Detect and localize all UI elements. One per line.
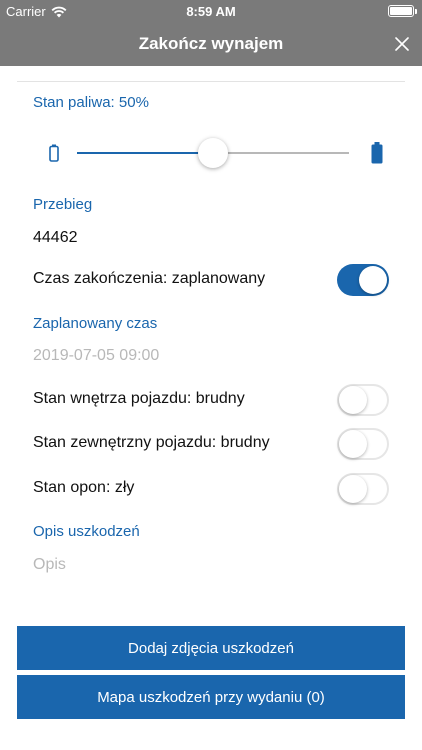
battery-full-icon (371, 142, 383, 164)
planned-time-label: Zaplanowany czas (33, 315, 158, 332)
end-time-toggle[interactable] (337, 264, 389, 296)
tires-state-toggle[interactable] (337, 473, 389, 505)
interior-state-toggle[interactable] (337, 384, 389, 416)
mileage-label: Przebieg (33, 196, 93, 213)
fuel-level-label: Stan paliwa: 50% (33, 94, 149, 111)
interior-state-label: Stan wnętrza pojazdu: brudny (33, 390, 245, 407)
page-title: Zakończ wynajem (138, 34, 284, 53)
fuel-level-slider[interactable] (44, 138, 388, 168)
toggle-knob (339, 475, 367, 503)
slider-track-empty (213, 152, 349, 154)
battery-icon (388, 5, 417, 17)
toggle-knob (359, 266, 387, 294)
toggle-knob (339, 386, 367, 414)
planned-time-value[interactable]: 2019-07-05 09:00 (33, 347, 159, 365)
end-time-label: Czas zakończenia: zaplanowany (33, 270, 266, 287)
add-damage-photos-button[interactable]: Dodaj zdjęcia uszkodzeń (17, 626, 405, 670)
close-button[interactable] (388, 30, 416, 58)
damage-description-input[interactable]: Opis (33, 556, 66, 574)
status-time: 8:59 AM (186, 4, 236, 19)
battery-empty-icon (49, 144, 59, 162)
slider-track-filled (77, 152, 213, 154)
status-bar: Carrier 8:59 AM (0, 0, 422, 22)
mileage-value[interactable]: 44462 (33, 229, 78, 247)
tires-state-label: Stan opon: zły (33, 479, 135, 496)
damage-description-label: Opis uszkodzeń (33, 523, 140, 540)
close-icon (395, 37, 409, 51)
top-divider (17, 81, 405, 82)
exterior-state-label: Stan zewnętrzny pojazdu: brudny (33, 434, 270, 451)
damage-map-button[interactable]: Mapa uszkodzeń przy wydaniu (0) (17, 675, 405, 719)
toggle-knob (339, 430, 367, 458)
exterior-state-toggle[interactable] (337, 428, 389, 460)
navigation-bar: Zakończ wynajem (0, 22, 422, 66)
slider-thumb[interactable] (198, 138, 228, 168)
